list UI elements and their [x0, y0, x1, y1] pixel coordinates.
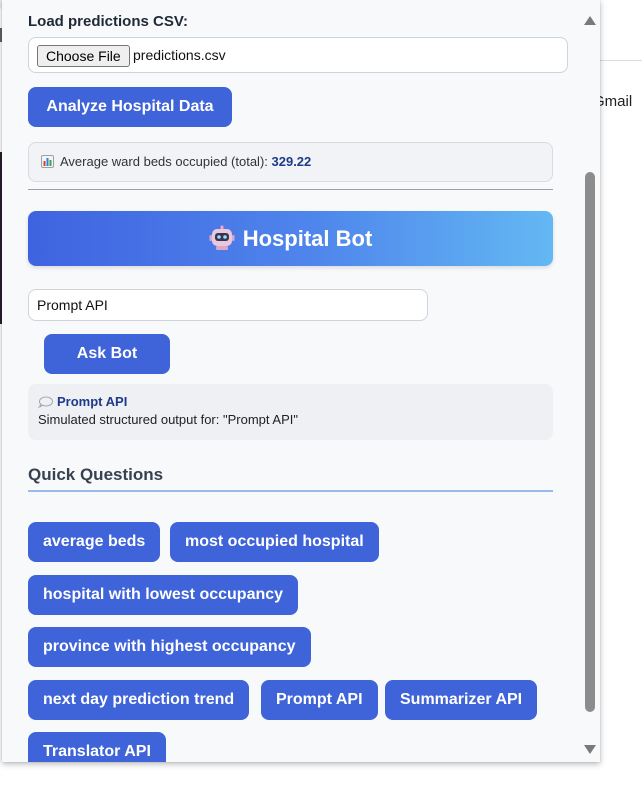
- bot-response-box: Prompt API Simulated structured output f…: [28, 384, 553, 440]
- section-divider: [28, 189, 553, 190]
- bot-response-title: Prompt API: [57, 394, 128, 409]
- quick-question-most-occupied-hospital[interactable]: most occupied hospital: [170, 522, 379, 562]
- hospital-bot-title: Hospital Bot: [242, 226, 373, 251]
- quick-question-highest-occupancy-province[interactable]: province with highest occupancy: [28, 627, 311, 667]
- quick-question-prompt-api[interactable]: Prompt API: [261, 680, 378, 720]
- popup-scrollbar[interactable]: [580, 0, 600, 762]
- quick-question-prediction-trend[interactable]: next day prediction trend: [28, 680, 250, 720]
- robot-icon: [209, 225, 235, 251]
- scrollbar-thumb[interactable]: [585, 172, 595, 712]
- ask-bot-button[interactable]: Ask Bot: [44, 334, 170, 374]
- csv-upload-label: Load predictions CSV:: [28, 13, 189, 30]
- quick-question-summarizer-api[interactable]: Summarizer API: [385, 680, 538, 720]
- speech-bubble-icon: [38, 396, 53, 408]
- selected-file-name: predictions.csv: [133, 47, 226, 63]
- scroll-down-arrow-icon[interactable]: [584, 745, 596, 754]
- analyze-hospital-data-button[interactable]: Analyze Hospital Data: [28, 87, 232, 127]
- bot-response-text: Simulated structured output for: "Prompt…: [38, 412, 298, 427]
- bot-prompt-input[interactable]: Prompt API: [28, 289, 428, 321]
- choose-file-button[interactable]: Choose File: [37, 45, 130, 67]
- bar-chart-icon: [41, 155, 54, 169]
- average-beds-label: Average ward beds occupied (total):: [60, 154, 272, 169]
- quick-questions-title: Quick Questions: [28, 465, 164, 484]
- csv-file-input[interactable]: Choose File predictions.csv: [28, 37, 568, 73]
- scroll-up-arrow-icon[interactable]: [584, 16, 596, 25]
- average-beds-stat: Average ward beds occupied (total): 329.…: [28, 142, 553, 182]
- page-divider: [600, 60, 642, 61]
- average-beds-value: 329.22: [271, 154, 312, 169]
- extension-popup: Load predictions CSV: Choose File predic…: [2, 0, 600, 762]
- quick-question-average-beds[interactable]: average beds: [28, 522, 161, 562]
- bot-response-title-row: Prompt API: [38, 394, 543, 409]
- quick-questions-underline: [28, 490, 553, 492]
- quick-question-translator-api[interactable]: Translator API: [28, 732, 166, 762]
- quick-question-lowest-occupancy[interactable]: hospital with lowest occupancy: [28, 575, 299, 615]
- hospital-bot-header: Hospital Bot: [28, 211, 553, 266]
